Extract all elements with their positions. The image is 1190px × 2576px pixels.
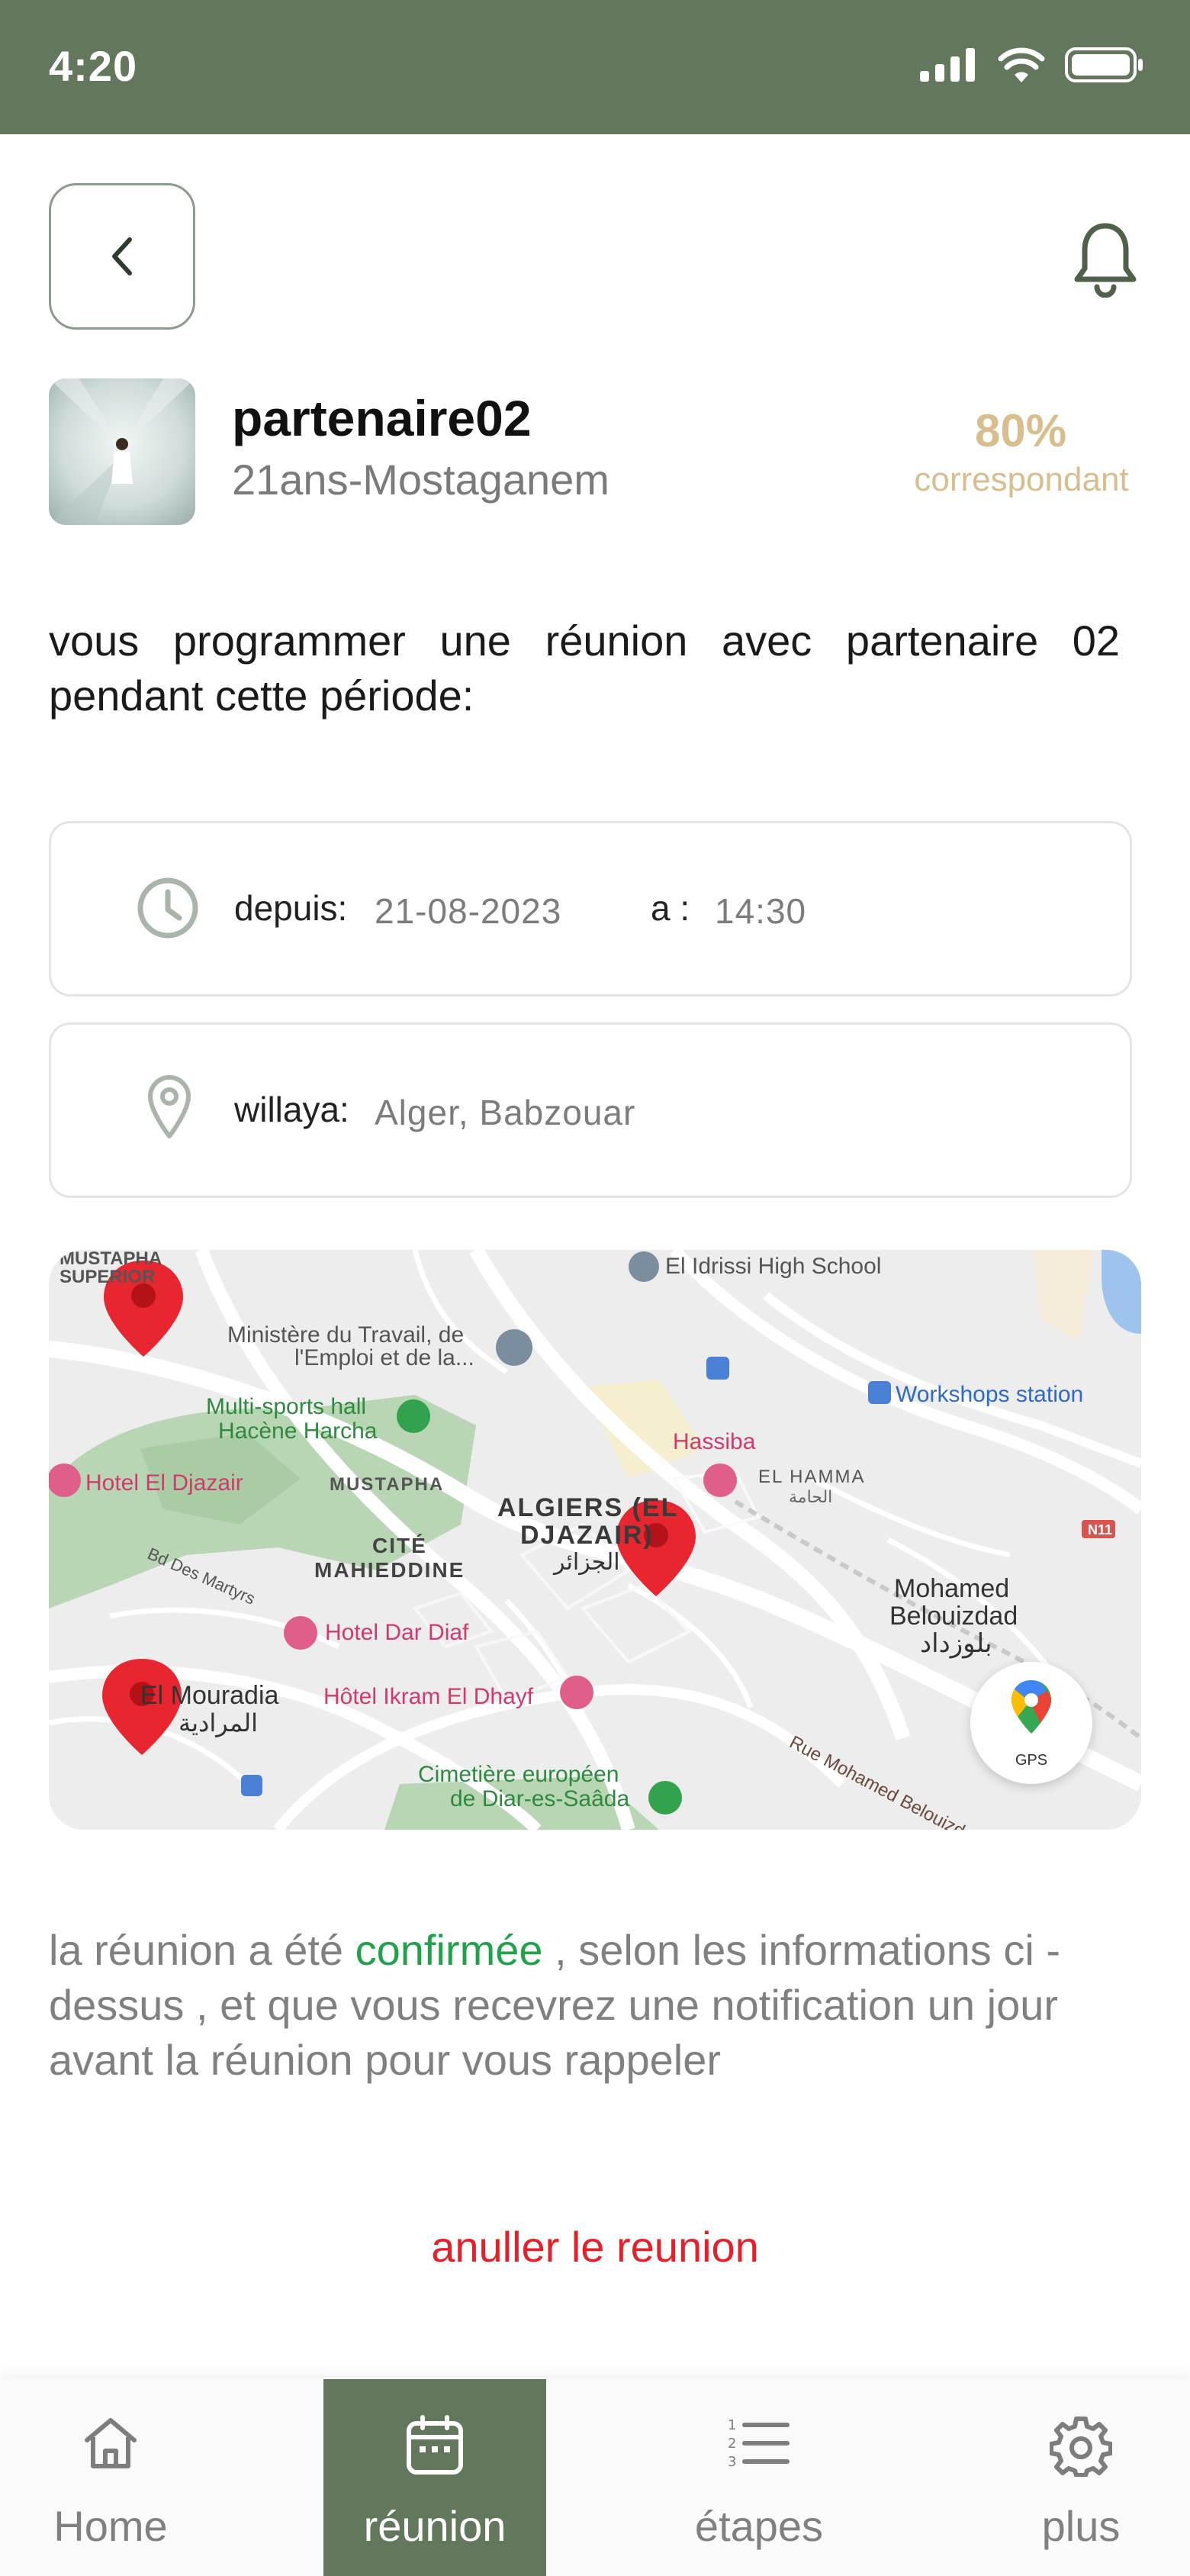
nav-home-label: Home	[53, 2502, 168, 2550]
map-label-hotel-dar-diaf: Hotel Dar Diaf	[325, 1620, 469, 1645]
nav-reunion[interactable]: réunion	[323, 2379, 546, 2576]
map-view[interactable]: MUSTAPHA SUPERIOR El Idrissi High School…	[49, 1250, 1141, 1830]
map-label-ministere-1: Ministère du Travail, de	[227, 1322, 465, 1348]
location-label: willaya:	[234, 1090, 349, 1129]
confirmation-text: la réunion a été confirmée , selon les i…	[49, 1923, 1144, 2088]
clock-icon	[137, 877, 198, 939]
map-label-mouradia: El Mouradia	[140, 1681, 279, 1710]
map-label-algiers-1: ALGIERS (EL	[497, 1493, 679, 1522]
nav-etapes[interactable]: 1 2 3 étapes	[648, 2379, 870, 2576]
confirmation-highlight: confirmée	[355, 1926, 543, 1974]
avatar	[49, 378, 195, 525]
map-label-el-idrissi: El Idrissi High School	[665, 1254, 882, 1279]
bell-icon[interactable]	[1071, 221, 1140, 298]
profile-name: partenaire02	[232, 390, 532, 446]
bottom-nav: Home réunion 1 2 3 étapes plus	[0, 2379, 1190, 2576]
map-label-cimetiere-2: de Diar-es-Saâda	[450, 1786, 630, 1811]
home-icon	[85, 2418, 137, 2468]
map-label-hassiba: Hassiba	[673, 1429, 756, 1454]
map-label-ministere-2: l'Emploi et de la...	[294, 1345, 474, 1370]
location-pin-icon	[148, 1075, 191, 1138]
map-label-mohamed-1: Mohamed	[894, 1574, 1010, 1603]
location-value: Alger, Babzouar	[375, 1093, 636, 1132]
gear-icon	[1050, 2417, 1112, 2477]
chevron-left-icon	[112, 237, 132, 275]
map-label-algiers-ar: الجزائر	[554, 1550, 620, 1575]
map-label-algiers-2: DJAZAIR)	[520, 1521, 654, 1550]
intro-text: vous programmer une réunion avec partena…	[49, 617, 1120, 720]
cancel-meeting-button[interactable]: anuller le reunion	[0, 2222, 1190, 2272]
map-label-multisports-1: Multi-sports hall	[206, 1394, 367, 1419]
status-bar: 4:20	[0, 0, 1190, 134]
location-card: willaya: Alger, Babzouar	[49, 1022, 1132, 1198]
map-label-mohamed-2: Belouizdad	[889, 1602, 1018, 1631]
schedule-card: depuis: 21-08-2023 a : 14:30	[49, 821, 1132, 997]
status-time: 4:20	[49, 42, 138, 90]
map-label-mouradia-ar: المرادية	[178, 1709, 258, 1737]
map-label-hotel-ikram: Hôtel Ikram El Dhayf	[323, 1684, 534, 1709]
svg-text:3: 3	[728, 2454, 736, 2470]
svg-text:1: 1	[728, 2417, 736, 2433]
map-label-multisports-2: Hacène Harcha	[218, 1418, 378, 1444]
profile-subtitle: 21ans-Mostaganem	[232, 456, 609, 504]
map-label-n11: N11	[1087, 1522, 1113, 1538]
numbered-list-icon: 1 2 3	[728, 2417, 790, 2470]
map-label-mustapha: MUSTAPHA	[330, 1474, 445, 1495]
map-label-cite-2: MAHIEDDINE	[314, 1558, 465, 1582]
svg-text:2: 2	[728, 2436, 736, 2452]
gps-label: GPS	[1015, 1752, 1048, 1769]
match-percent: 80%	[974, 405, 1067, 456]
schedule-time: 14:30	[715, 891, 807, 931]
calendar-icon	[407, 2415, 463, 2475]
wifi-icon	[998, 47, 1045, 82]
status-icons	[920, 47, 1144, 82]
map-label-el-hamma-ar: الحامة	[789, 1487, 833, 1506]
map-label-mustapha-superior: MUSTAPHA SUPERIOR	[60, 1250, 162, 1287]
nav-plus[interactable]: plus	[970, 2379, 1190, 2576]
google-maps-icon	[1011, 1680, 1051, 1734]
signal-icon	[920, 48, 975, 82]
nav-home[interactable]: Home	[0, 2379, 221, 2576]
schedule-at-label: a :	[651, 888, 690, 928]
nav-etapes-label: étapes	[694, 2502, 824, 2550]
match-label: correspondant	[914, 461, 1129, 498]
schedule-date: 21-08-2023	[375, 891, 562, 931]
nav-reunion-label: réunion	[363, 2502, 507, 2550]
map-label-hotel-djazair: Hotel El Djazair	[85, 1470, 243, 1496]
map-label-mohamed-ar: بلوزداد	[920, 1629, 992, 1658]
nav-plus-label: plus	[1041, 2502, 1121, 2550]
battery-icon	[1065, 47, 1143, 82]
map-label-workshops: Workshops station	[896, 1382, 1084, 1407]
map-label-cimetiere-1: Cimetière européen	[418, 1762, 619, 1787]
confirmation-before: la réunion a été	[49, 1926, 344, 1974]
gps-button[interactable]: GPS	[970, 1662, 1092, 1784]
map-label-cite-1: CITÉ	[372, 1534, 427, 1557]
schedule-from-label: depuis:	[234, 888, 348, 928]
back-button[interactable]	[49, 183, 195, 330]
